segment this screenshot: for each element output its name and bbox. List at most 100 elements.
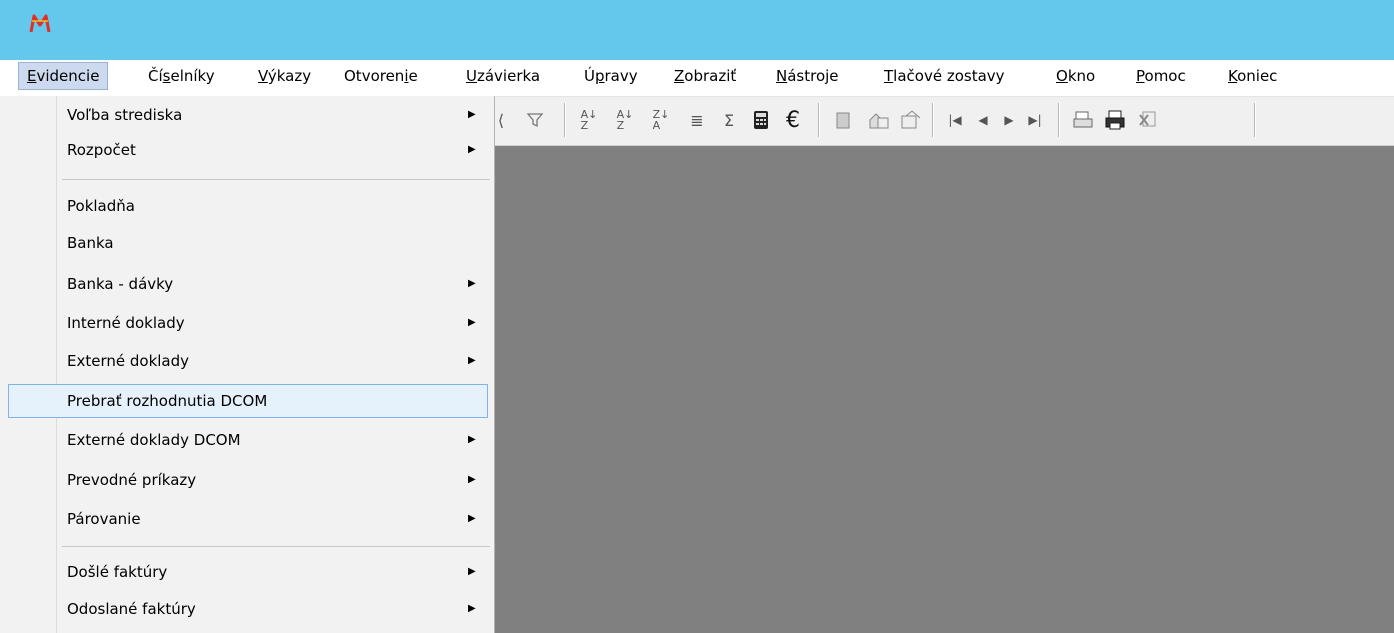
toolbar-separator bbox=[932, 103, 934, 137]
menu-item-label: Interné doklady bbox=[67, 314, 185, 332]
properties-icon[interactable] bbox=[898, 105, 924, 135]
menu-mnemonic: V bbox=[258, 67, 268, 85]
menu-vykazy[interactable]: Výkazy bbox=[250, 62, 319, 90]
menu-item-externe-doklady-dcom[interactable]: Externé doklady DCOM ▶ bbox=[8, 423, 488, 457]
menu-label: Čí bbox=[148, 67, 163, 85]
toolbar-separator bbox=[818, 103, 820, 137]
app-logo-icon bbox=[29, 14, 51, 33]
menu-okno[interactable]: Okno bbox=[1048, 62, 1103, 90]
print-preview-icon[interactable] bbox=[1070, 105, 1096, 135]
first-record-icon[interactable]: |◀ bbox=[942, 105, 968, 135]
euro-icon[interactable]: € bbox=[780, 105, 806, 135]
menu-mnemonic: p bbox=[594, 67, 605, 85]
toolbar-separator bbox=[1058, 103, 1060, 137]
toolbar-separator bbox=[564, 103, 566, 137]
menu-label: elníky bbox=[170, 67, 215, 85]
print-icon[interactable] bbox=[1102, 105, 1128, 135]
menu-item-interne-doklady[interactable]: Interné doklady ▶ bbox=[8, 306, 488, 340]
menu-item-label: Prevodné príkazy bbox=[67, 471, 197, 489]
menu-uzavierka[interactable]: Uzávierka bbox=[458, 62, 548, 90]
menu-item-volba-strediska[interactable]: Voľba strediska ▶ bbox=[8, 98, 488, 132]
menu-otvorenie[interactable]: Otvorenie bbox=[336, 62, 426, 90]
menu-upravy[interactable]: Úpravy bbox=[576, 62, 646, 90]
menu-bar: Evidencie Číselníky Výkazy Otvorenie Uzá… bbox=[0, 60, 1394, 97]
menu-item-label: Odoslané faktúry bbox=[67, 600, 196, 618]
menu-label: e bbox=[408, 67, 418, 85]
menu-item-prebrat-rozhodnutia-dcom[interactable]: Prebrať rozhodnutia DCOM bbox=[8, 384, 488, 418]
last-record-icon[interactable]: ▶| bbox=[1022, 105, 1048, 135]
filter-icon[interactable] bbox=[522, 105, 548, 135]
menu-item-rozpocet[interactable]: Rozpočet ▶ bbox=[8, 133, 488, 167]
menu-item-dosle-faktury[interactable]: Došlé faktúry ▶ bbox=[8, 555, 488, 589]
menu-mnemonic: T bbox=[884, 67, 894, 85]
menu-item-label: Rozpočet bbox=[67, 141, 136, 159]
sort-asc-icon[interactable]: A↓ Z bbox=[576, 105, 602, 135]
columns-icon[interactable]: ≣ bbox=[684, 105, 710, 135]
menu-item-pokladna[interactable]: Pokladňa bbox=[8, 189, 488, 223]
excel-icon[interactable] bbox=[1134, 105, 1160, 135]
submenu-arrow-icon: ▶ bbox=[468, 513, 476, 524]
menu-label: ýkazy bbox=[267, 67, 312, 85]
menu-item-label: Externé doklady bbox=[67, 352, 190, 370]
clipboard-icon[interactable] bbox=[830, 105, 856, 135]
menu-label: videncie bbox=[36, 67, 100, 85]
submenu-arrow-icon: ▶ bbox=[468, 144, 476, 155]
menu-evidencie[interactable]: Evidencie bbox=[18, 62, 109, 90]
submenu-arrow-icon: ▶ bbox=[468, 603, 476, 614]
submenu-arrow-icon: ▶ bbox=[468, 355, 476, 366]
calculator-icon[interactable] bbox=[748, 105, 774, 135]
next-record-icon[interactable]: ▶ bbox=[996, 105, 1022, 135]
menu-label: kno bbox=[1067, 67, 1096, 85]
menu-label: ravy bbox=[604, 67, 638, 85]
submenu-arrow-icon: ▶ bbox=[468, 566, 476, 577]
prev-record-icon[interactable]: ◀ bbox=[970, 105, 996, 135]
submenu-arrow-icon: ▶ bbox=[468, 317, 476, 328]
sort-za-icon[interactable]: Z↓ A bbox=[648, 105, 674, 135]
sort-desc-icon[interactable]: A↓ Z bbox=[612, 105, 638, 135]
submenu-arrow-icon: ▶ bbox=[468, 434, 476, 445]
menu-mnemonic: O bbox=[1056, 67, 1068, 85]
menu-zobrazit[interactable]: Zobraziť bbox=[666, 62, 744, 90]
menu-item-label: Externé doklady DCOM bbox=[67, 431, 241, 449]
menu-item-label: Prebrať rozhodnutia DCOM bbox=[67, 392, 268, 410]
menu-tlacove-zostavy[interactable]: Tlačové zostavy bbox=[876, 62, 1013, 90]
submenu-arrow-icon: ▶ bbox=[468, 109, 476, 120]
menu-nastroje[interactable]: Nástroje bbox=[768, 62, 847, 90]
menu-item-label: Pokladňa bbox=[67, 197, 135, 215]
menu-pomoc[interactable]: Pomoc bbox=[1128, 62, 1194, 90]
menu-koniec[interactable]: Koniec bbox=[1220, 62, 1285, 90]
menu-label: Ú bbox=[584, 67, 595, 85]
menu-item-prevodne-prikazy[interactable]: Prevodné príkazy ▶ bbox=[8, 463, 488, 497]
menu-item-odoslane-faktury[interactable]: Odoslané faktúry ▶ bbox=[8, 592, 488, 626]
export-icon[interactable] bbox=[866, 105, 892, 135]
menu-label: Otvoren bbox=[344, 67, 405, 85]
menu-mnemonic: K bbox=[1228, 67, 1238, 85]
menu-label: omoc bbox=[1144, 67, 1186, 85]
menu-label: oniec bbox=[1237, 67, 1278, 85]
menu-mnemonic: N bbox=[776, 67, 788, 85]
menu-separator bbox=[62, 179, 490, 180]
title-bar bbox=[0, 0, 1394, 60]
menu-item-banka[interactable]: Banka bbox=[8, 226, 488, 260]
menu-item-label: Došlé faktúry bbox=[67, 563, 168, 581]
menu-mnemonic: Z bbox=[674, 67, 685, 85]
evidencie-dropdown-menu: Voľba strediska ▶ Rozpočet ▶ Pokladňa Ba… bbox=[0, 96, 495, 633]
menu-label: lačové zostavy bbox=[893, 67, 1005, 85]
submenu-arrow-icon: ▶ bbox=[468, 474, 476, 485]
menu-item-label: Párovanie bbox=[67, 510, 141, 528]
menu-ciselniky[interactable]: Číselníky bbox=[140, 62, 223, 90]
menu-mnemonic: P bbox=[1136, 67, 1145, 85]
menu-item-label: Voľba strediska bbox=[67, 106, 183, 124]
menu-item-label: Banka bbox=[67, 234, 114, 252]
menu-item-externe-doklady[interactable]: Externé doklady ▶ bbox=[8, 344, 488, 378]
toolbar-separator bbox=[1254, 103, 1256, 137]
menu-separator bbox=[62, 546, 490, 547]
menu-mnemonic: U bbox=[466, 67, 477, 85]
sum-icon[interactable]: Σ bbox=[716, 105, 742, 135]
menu-item-label: Banka - dávky bbox=[67, 275, 174, 293]
menu-item-parovanie[interactable]: Párovanie ▶ bbox=[8, 502, 488, 536]
menu-label: závierka bbox=[476, 67, 541, 85]
menu-label: obraziť bbox=[684, 67, 737, 85]
menu-label: ástroje bbox=[787, 67, 839, 85]
menu-item-banka-davky[interactable]: Banka - dávky ▶ bbox=[8, 267, 488, 301]
